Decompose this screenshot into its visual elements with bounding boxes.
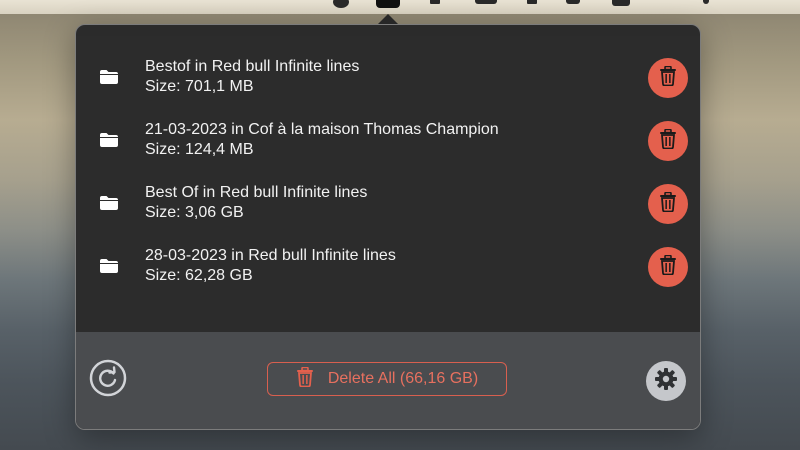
trash-icon	[659, 254, 677, 280]
trash-icon	[659, 65, 677, 91]
menubar-status-icon[interactable]	[527, 0, 537, 4]
item-size: Size: 124,4 MB	[145, 141, 254, 158]
menubar-status-icon[interactable]	[566, 0, 580, 4]
folder-icon	[99, 195, 119, 211]
settings-button[interactable]	[646, 361, 686, 401]
folder-icon	[99, 132, 119, 148]
item-size: Size: 3,06 GB	[145, 204, 244, 221]
gear-icon	[654, 367, 678, 396]
refresh-icon	[89, 359, 127, 402]
downloads-popover: Bestof in Red bull Infinite lines Size: …	[75, 24, 701, 430]
delete-item-button[interactable]	[648, 184, 688, 224]
trash-icon	[659, 128, 677, 154]
trash-icon	[296, 366, 314, 392]
list-item: Bestof in Red bull Infinite lines Size: …	[76, 45, 700, 108]
menubar-status-icon[interactable]	[475, 0, 497, 4]
menubar-status-icon[interactable]	[703, 0, 709, 4]
item-title: Bestof in Red bull Infinite lines	[145, 58, 360, 75]
item-title: Best Of in Red bull Infinite lines	[145, 184, 368, 201]
menubar-status-icon[interactable]	[612, 0, 630, 6]
list-item: Best Of in Red bull Infinite lines Size:…	[76, 171, 700, 234]
delete-item-button[interactable]	[648, 58, 688, 98]
delete-all-button[interactable]: Delete All (66,16 GB)	[267, 362, 507, 396]
popover-footer: Delete All (66,16 GB)	[76, 332, 700, 429]
list-item: 21-03-2023 in Cof à la maison Thomas Cha…	[76, 108, 700, 171]
item-title: 21-03-2023 in Cof à la maison Thomas Cha…	[145, 121, 499, 138]
downloads-list: Bestof in Red bull Infinite lines Size: …	[76, 36, 700, 332]
menubar-active-app-icon[interactable]	[376, 0, 400, 8]
trash-icon	[659, 191, 677, 217]
delete-item-button[interactable]	[648, 247, 688, 287]
menu-bar	[0, 0, 800, 14]
item-title: 28-03-2023 in Red bull Infinite lines	[145, 247, 396, 264]
list-item: 28-03-2023 in Red bull Infinite lines Si…	[76, 234, 700, 297]
menubar-status-icon[interactable]	[430, 0, 440, 4]
folder-icon	[99, 258, 119, 274]
refresh-button[interactable]	[88, 359, 128, 402]
item-size: Size: 701,1 MB	[145, 78, 254, 95]
folder-icon	[99, 69, 119, 85]
item-size: Size: 62,28 GB	[145, 267, 253, 284]
menubar-app-icon[interactable]	[333, 0, 349, 8]
delete-item-button[interactable]	[648, 121, 688, 161]
delete-all-label: Delete All (66,16 GB)	[327, 370, 479, 387]
